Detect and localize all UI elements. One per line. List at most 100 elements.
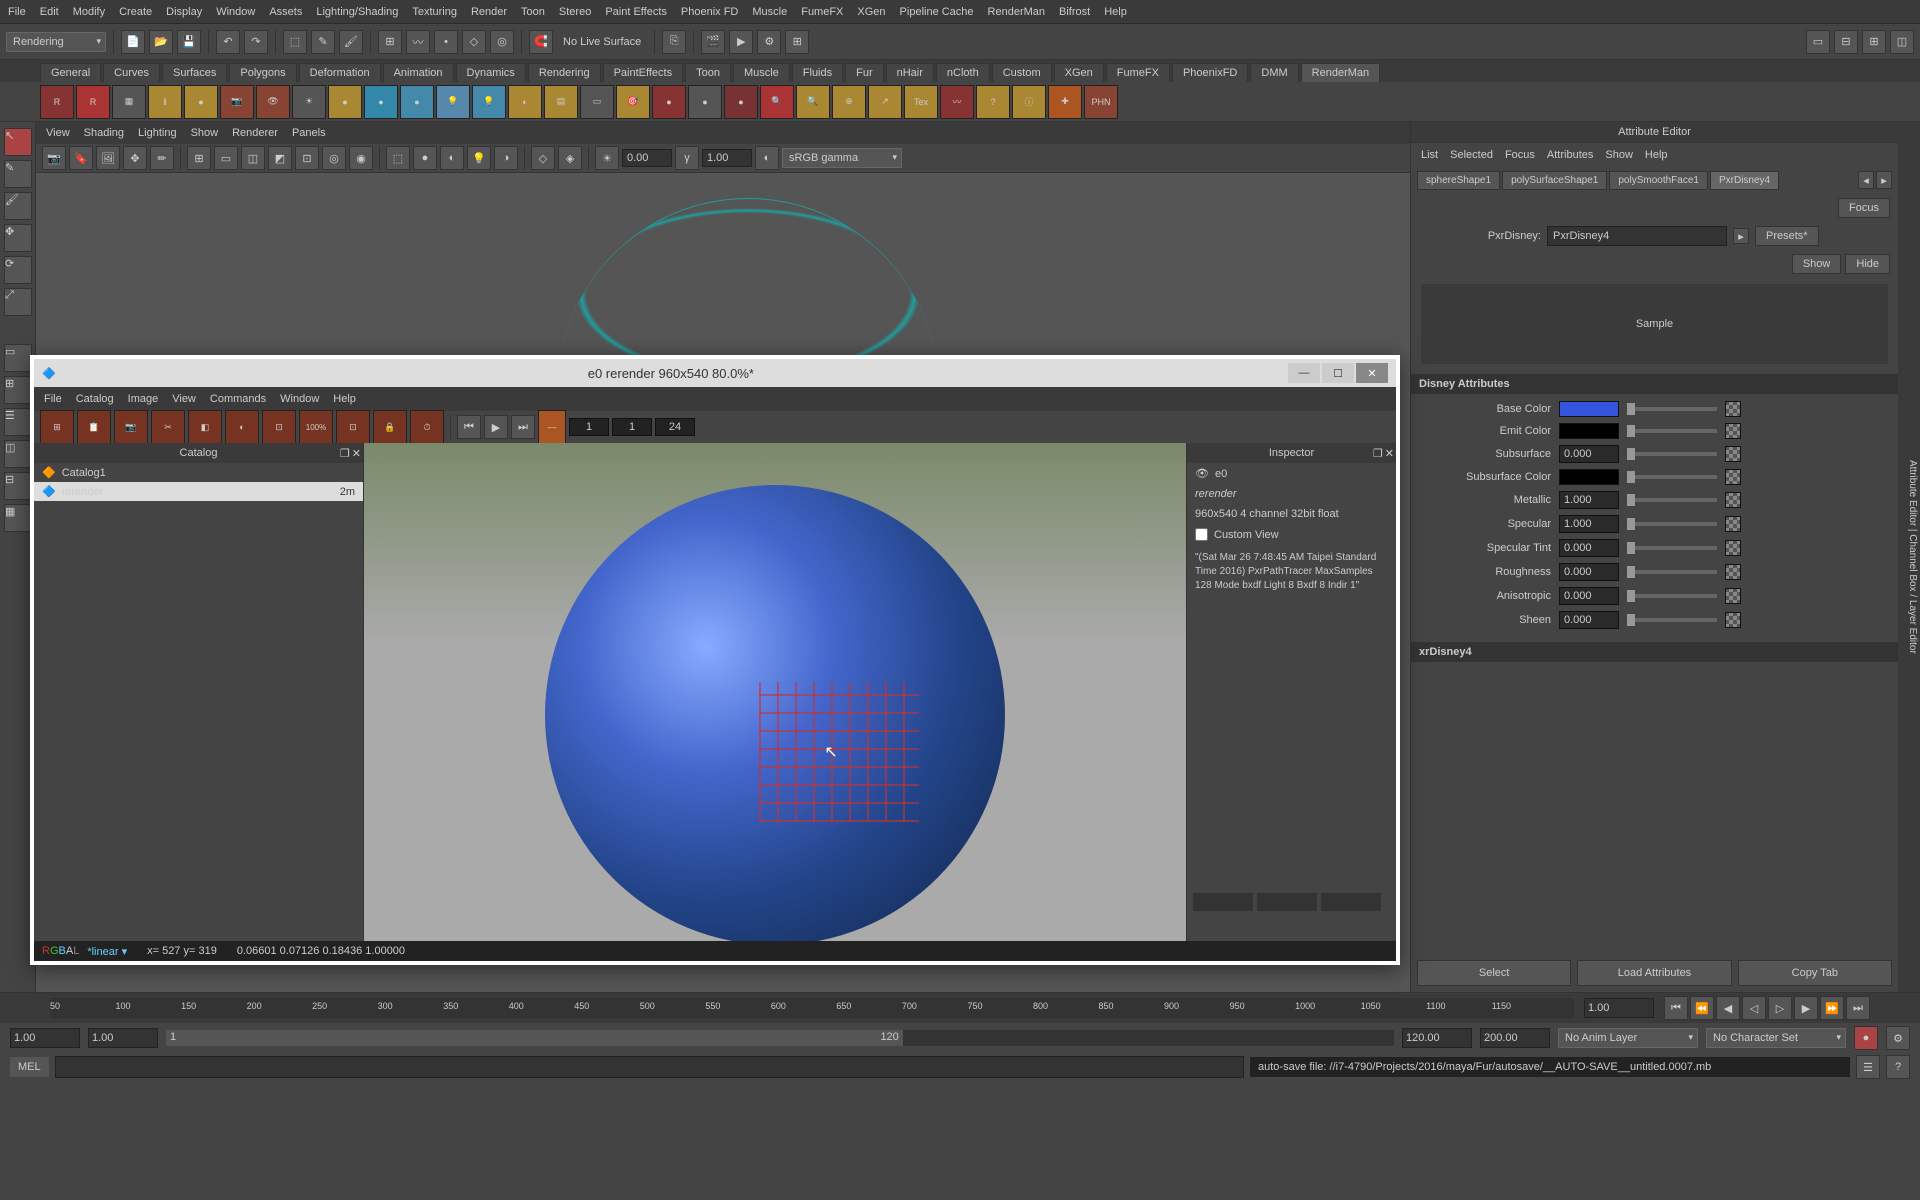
vp-smooth-icon[interactable]: ● bbox=[413, 146, 437, 170]
vp-isolate-icon[interactable]: ◇ bbox=[531, 146, 555, 170]
shelf-icon-25[interactable]: 〰 bbox=[940, 85, 974, 119]
map-button-icon[interactable] bbox=[1725, 540, 1741, 556]
shelf-icon-29[interactable]: PHN bbox=[1084, 85, 1118, 119]
anim-end-input[interactable] bbox=[1480, 1028, 1550, 1048]
shelf-icon-13[interactable]: ◐ bbox=[508, 85, 542, 119]
attr-menu-show[interactable]: Show bbox=[1605, 149, 1633, 161]
colorspace-status[interactable]: *linear ▾ bbox=[87, 945, 127, 958]
map-button-icon[interactable] bbox=[1725, 423, 1741, 439]
rt-zoom100-icon[interactable]: 100% bbox=[299, 410, 333, 444]
move-tool[interactable]: ✥ bbox=[4, 224, 32, 252]
fw-menu-window[interactable]: Window bbox=[280, 393, 319, 405]
magnet-icon[interactable]: 🧲 bbox=[529, 30, 553, 54]
vp-colorspace-icon[interactable]: ◐ bbox=[755, 146, 779, 170]
color-swatch[interactable] bbox=[1559, 401, 1619, 417]
shelf-tab-muscle[interactable]: Muscle bbox=[733, 63, 790, 82]
param-slider[interactable] bbox=[1627, 618, 1717, 622]
vp-film-gate-icon[interactable]: ▭ bbox=[214, 146, 238, 170]
snap-curve-icon[interactable]: 〰 bbox=[406, 30, 430, 54]
inspector-close-icon[interactable]: ✕ bbox=[1385, 447, 1394, 460]
param-slider[interactable] bbox=[1627, 407, 1717, 411]
param-slider[interactable] bbox=[1627, 570, 1717, 574]
rt-channel-icon[interactable]: ◐ bbox=[225, 410, 259, 444]
shelf-tab-fluids[interactable]: Fluids bbox=[792, 63, 843, 82]
fw-menu-catalog[interactable]: Catalog bbox=[76, 393, 114, 405]
play-fwd-icon[interactable]: ▷ bbox=[1768, 996, 1792, 1020]
attr-menu-list[interactable]: List bbox=[1421, 149, 1438, 161]
shelf-icon-12[interactable]: 💡 bbox=[472, 85, 506, 119]
menu-render[interactable]: Render bbox=[471, 6, 507, 18]
rt-lock-icon[interactable]: 🔒 bbox=[373, 410, 407, 444]
paint-icon[interactable]: 🖌 bbox=[339, 30, 363, 54]
param-value-input[interactable] bbox=[1559, 445, 1619, 463]
vp-menu-show[interactable]: Show bbox=[191, 127, 219, 139]
step-back-icon[interactable]: ◀ bbox=[1716, 996, 1740, 1020]
catalog-root-item[interactable]: 🔶 Catalog1 bbox=[34, 463, 363, 482]
range-start-input[interactable] bbox=[88, 1028, 158, 1048]
menu-edit[interactable]: Edit bbox=[40, 6, 59, 18]
rt-frame-a-input[interactable] bbox=[569, 418, 609, 436]
side-panel-tabs[interactable]: Attribute Editor | Channel Box / Layer E… bbox=[1898, 122, 1920, 992]
copy-tab-button[interactable]: Copy Tab bbox=[1738, 960, 1892, 986]
select-tool[interactable]: ↖ bbox=[4, 128, 32, 156]
vp-exposure-input[interactable] bbox=[622, 149, 672, 167]
vp-menu-shading[interactable]: Shading bbox=[84, 127, 124, 139]
attr-tab-pxrdisney4[interactable]: PxrDisney4 bbox=[1710, 171, 1779, 190]
rt-catalog-icon[interactable]: 📋 bbox=[77, 410, 111, 444]
map-button-icon[interactable] bbox=[1725, 564, 1741, 580]
vp-gamma-icon[interactable]: γ bbox=[675, 146, 699, 170]
shelf-icon-23[interactable]: ↗ bbox=[868, 85, 902, 119]
vp-image-plane-icon[interactable]: 🖼 bbox=[96, 146, 120, 170]
menu-muscle[interactable]: Muscle bbox=[752, 6, 787, 18]
map-button-icon[interactable] bbox=[1725, 492, 1741, 508]
vp-gamma-input[interactable] bbox=[702, 149, 752, 167]
range-slider[interactable]: 1 120 bbox=[166, 1030, 1394, 1046]
eye-icon[interactable]: 👁 bbox=[1195, 467, 1209, 480]
shelf-tab-xgen[interactable]: XGen bbox=[1054, 63, 1104, 82]
vp-menu-view[interactable]: View bbox=[46, 127, 70, 139]
insp-btn-3[interactable] bbox=[1321, 893, 1381, 911]
param-slider[interactable] bbox=[1627, 429, 1717, 433]
menu-lightingshading[interactable]: Lighting/Shading bbox=[316, 6, 398, 18]
shelf-icon-8[interactable]: ● bbox=[328, 85, 362, 119]
menu-toon[interactable]: Toon bbox=[521, 6, 545, 18]
shelf-tab-general[interactable]: General bbox=[40, 63, 101, 82]
param-slider[interactable] bbox=[1627, 452, 1717, 456]
menu-xgen[interactable]: XGen bbox=[857, 6, 885, 18]
shelf-icon-11[interactable]: 💡 bbox=[436, 85, 470, 119]
catalog-close-icon[interactable]: ✕ bbox=[352, 447, 361, 460]
rt-frame-first-icon[interactable]: ⏮ bbox=[457, 415, 481, 439]
select-button[interactable]: Select bbox=[1417, 960, 1571, 986]
vp-shadows-icon[interactable]: ◑ bbox=[494, 146, 518, 170]
layout4-icon[interactable]: ◫ bbox=[1890, 30, 1914, 54]
vp-gate-mask-icon[interactable]: ◩ bbox=[268, 146, 292, 170]
shelf-icon-16[interactable]: 🎯 bbox=[616, 85, 650, 119]
presets-button[interactable]: Presets* bbox=[1755, 226, 1819, 246]
anim-start-input[interactable] bbox=[10, 1028, 80, 1048]
render-view[interactable]: ↖ bbox=[364, 443, 1186, 941]
shelf-icon-4[interactable]: ● bbox=[184, 85, 218, 119]
minimize-button[interactable]: — bbox=[1288, 363, 1320, 383]
param-value-input[interactable] bbox=[1559, 515, 1619, 533]
param-value-input[interactable] bbox=[1559, 611, 1619, 629]
map-button-icon[interactable] bbox=[1725, 588, 1741, 604]
menu-file[interactable]: File bbox=[8, 6, 26, 18]
shelf-tab-polygons[interactable]: Polygons bbox=[229, 63, 296, 82]
param-value-input[interactable] bbox=[1559, 491, 1619, 509]
layout-hyper-icon[interactable]: ⊟ bbox=[4, 472, 32, 500]
shelf-icon-18[interactable]: ● bbox=[688, 85, 722, 119]
snap-grid-icon[interactable]: ⊞ bbox=[378, 30, 402, 54]
rt-crop-icon[interactable]: ✂ bbox=[151, 410, 185, 444]
menu-bifrost[interactable]: Bifrost bbox=[1059, 6, 1090, 18]
layout3-icon[interactable]: ⊞ bbox=[1862, 30, 1886, 54]
shelf-icon-27[interactable]: ⓘ bbox=[1012, 85, 1046, 119]
insp-btn-2[interactable] bbox=[1257, 893, 1317, 911]
shelf-icon-20[interactable]: 🔍 bbox=[760, 85, 794, 119]
shelf-icon-28[interactable]: ✚ bbox=[1048, 85, 1082, 119]
catalog-render-item[interactable]: 🔷 rerender 2m bbox=[34, 482, 363, 501]
lasso-tool[interactable]: ✎ bbox=[4, 160, 32, 188]
rt-frame-c-input[interactable] bbox=[655, 418, 695, 436]
map-button-icon[interactable] bbox=[1725, 612, 1741, 628]
rt-layout-icon[interactable]: ⊞ bbox=[40, 410, 74, 444]
step-back-key-icon[interactable]: ⏪ bbox=[1690, 996, 1714, 1020]
